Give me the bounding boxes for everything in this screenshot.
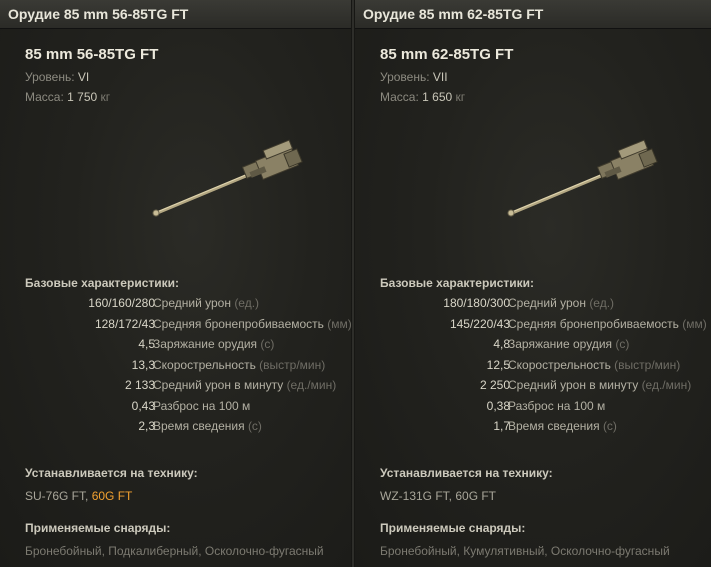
mass-unit: кг xyxy=(100,90,111,104)
stat-label: Заряжание орудия xyxy=(153,337,258,351)
stat-unit: (с) xyxy=(602,419,617,433)
stat-row: 1,7 Время сведения (с) xyxy=(380,419,710,440)
ammo-title: Применяемые снаряды: xyxy=(25,521,171,535)
stat-value: 13,3 xyxy=(131,357,155,372)
stat-label: Время сведения xyxy=(153,419,245,433)
stat-label: Скорострельность xyxy=(153,357,256,372)
mass-label: Масса: xyxy=(25,90,64,104)
stat-label: Скорострельность xyxy=(508,357,611,372)
vehicle-name: WZ-131G FT, 60G FT xyxy=(380,489,497,503)
vehicles-list: WZ-131G FT, 60G FT xyxy=(380,489,496,503)
mass-unit: кг xyxy=(455,90,466,104)
stat-label: Средний урон в минуту xyxy=(508,378,639,392)
gun-icon xyxy=(507,139,658,217)
stat-label: Средняя бронепробиваемость xyxy=(508,316,679,331)
stat-label: Средний урон в минуту xyxy=(153,378,284,392)
stat-unit: (с) xyxy=(615,337,630,351)
stat-row: 2,3 Время сведения (с) xyxy=(25,419,351,440)
stat-row: 0,38 Разброс на 100 м xyxy=(380,399,710,420)
stat-unit: (ед.) xyxy=(234,296,260,310)
level-label: Уровень: xyxy=(25,70,75,84)
stat-row: 12,5 Скорострельность (выстр/мин) xyxy=(380,358,710,379)
stat-value: 12,5 xyxy=(486,357,510,372)
stat-row: 0,43 Разброс на 100 м xyxy=(25,399,351,420)
level-line: Уровень: VII xyxy=(380,70,448,84)
vehicles-list: SU-76G FT, 60G FT xyxy=(25,489,132,503)
vehicle-name: SU-76G FT, xyxy=(25,489,92,503)
module-name: 85 mm 56-85TG FT xyxy=(25,46,159,63)
stat-unit: (ед./мин) xyxy=(286,378,337,392)
stat-value: 2 133 xyxy=(124,378,155,392)
module-panel-right: Орудие 85 mm 62-85TG FT 85 mm 62-85TG FT… xyxy=(355,0,711,567)
panel-header: Орудие 85 mm 56-85TG FT xyxy=(0,0,351,29)
panel-header: Орудие 85 mm 62-85TG FT xyxy=(355,0,711,29)
mass-value: 1 650 xyxy=(422,90,453,104)
stat-unit: (мм) xyxy=(327,316,351,331)
level-label: Уровень: xyxy=(380,70,430,84)
vehicles-title: Устанавливается на технику: xyxy=(25,466,198,480)
stat-row: 180/180/300 Средний урон (ед.) xyxy=(380,296,710,317)
vehicles-title: Устанавливается на технику: xyxy=(380,466,553,480)
stat-label: Заряжание орудия xyxy=(508,337,613,351)
stat-unit: (выстр/мин) xyxy=(614,357,681,372)
stat-label: Средняя бронепробиваемость xyxy=(153,316,324,331)
stat-value: 128/172/43 xyxy=(94,316,155,331)
stat-value: 0,43 xyxy=(131,398,155,413)
module-panel-left: Орудие 85 mm 56-85TG FT 85 mm 56-85TG FT… xyxy=(0,0,351,567)
stat-value: 180/180/300 xyxy=(443,296,510,310)
stat-row: 2 250 Средний урон в минуту (ед./мин) xyxy=(380,378,710,399)
stat-row: 4,5 Заряжание орудия (с) xyxy=(25,337,351,358)
stat-label: Разброс на 100 м xyxy=(153,398,251,413)
stat-unit: (мм) xyxy=(682,316,707,331)
level-line: Уровень: VI xyxy=(25,70,89,84)
level-value: VII xyxy=(432,70,448,84)
ammo-list: Бронебойный, Подкалиберный, Осколочно-фу… xyxy=(25,544,324,558)
stat-row: 4,8 Заряжание орудия (с) xyxy=(380,337,710,358)
mass-value: 1 750 xyxy=(67,90,98,104)
module-name: 85 mm 62-85TG FT xyxy=(380,46,514,63)
stat-value: 160/160/280 xyxy=(88,296,155,310)
stat-row: 128/172/43 Средняя бронепробиваемость (мм… xyxy=(25,317,351,338)
stat-row: 13,3 Скорострельность (выстр/мин) xyxy=(25,358,351,379)
stat-label: Средний урон xyxy=(153,296,231,310)
stat-unit: (ед.) xyxy=(589,296,615,310)
mass-label: Масса: xyxy=(380,90,419,104)
stat-label: Время сведения xyxy=(508,419,600,433)
stats-title: Базовые характеристики: xyxy=(380,276,534,290)
stat-label: Средний урон xyxy=(508,296,586,310)
stats-list: 180/180/300 Средний урон (ед.) 145/220/43… xyxy=(380,296,710,440)
stat-value: 2 250 xyxy=(479,378,510,392)
stat-label: Разброс на 100 м xyxy=(508,398,606,413)
ammo-title: Применяемые снаряды: xyxy=(380,521,526,535)
stat-unit: (ед./мин) xyxy=(641,378,692,392)
ammo-list: Бронебойный, Кумулятивный, Осколочно-фуг… xyxy=(380,544,670,558)
mass-line: Масса: 1 650 кг xyxy=(380,90,465,104)
stat-unit: (выстр/мин) xyxy=(259,357,326,372)
stat-value: 145/220/43 xyxy=(449,316,510,331)
stat-row: 145/220/43 Средняя бронепробиваемость (мм… xyxy=(380,317,710,338)
stat-value: 0,38 xyxy=(486,398,510,413)
vehicle-name-current: 60G FT xyxy=(91,489,133,503)
stat-row: 2 133 Средний урон в минуту (ед./мин) xyxy=(25,378,351,399)
stat-unit: (с) xyxy=(247,419,262,433)
mass-line: Масса: 1 750 кг xyxy=(25,90,110,104)
stats-list: 160/160/280 Средний урон (ед.) 128/172/43… xyxy=(25,296,351,440)
gun-icon xyxy=(152,139,303,217)
stat-row: 160/160/280 Средний урон (ед.) xyxy=(25,296,351,317)
level-value: VI xyxy=(77,70,90,84)
stats-title: Базовые характеристики: xyxy=(25,276,179,290)
stat-unit: (с) xyxy=(260,337,275,351)
